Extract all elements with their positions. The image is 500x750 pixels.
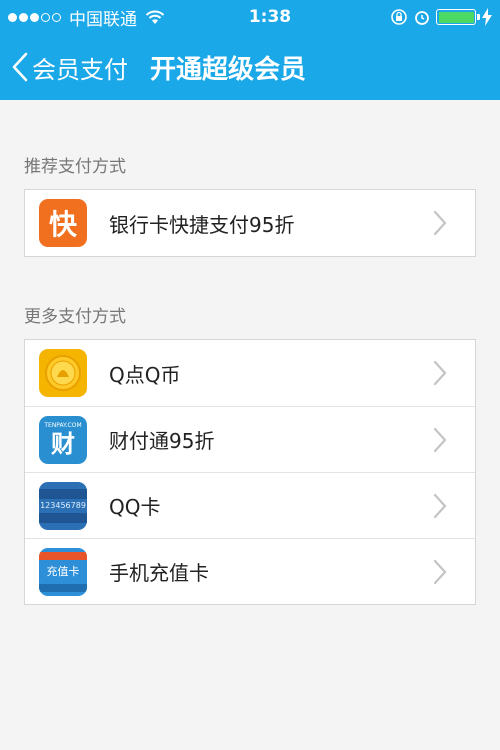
payment-option-bank-card[interactable]: 快 银行卡快捷支付95折 — [25, 190, 475, 256]
kuai-icon: 快 — [39, 199, 87, 247]
payment-option-label: 银行卡快捷支付95折 — [109, 212, 295, 237]
more-section-label: 更多支付方式 — [24, 307, 126, 327]
status-time: 1:38 — [248, 7, 292, 27]
chevron-right-icon — [433, 559, 447, 585]
payment-option-label: 手机充值卡 — [109, 561, 209, 585]
chevron-right-icon — [433, 360, 447, 386]
qq-card-icon: 123456789 — [39, 481, 87, 530]
phone-card-icon: 充值卡 — [39, 547, 87, 596]
rotation-lock-icon — [391, 9, 407, 25]
q-coin-icon — [39, 349, 87, 397]
more-payment-list: Q点Q币 TENPAY.COM 财 财付通95折 123456789 QQ卡 充… — [24, 339, 476, 605]
payment-option-q-coin[interactable]: Q点Q币 — [25, 340, 475, 406]
recommended-payment-list: 快 银行卡快捷支付95折 — [24, 189, 476, 257]
alarm-icon — [415, 11, 429, 25]
payment-option-label: QQ卡 — [109, 495, 161, 519]
battery-icon — [436, 9, 480, 25]
wifi-icon — [145, 10, 165, 24]
back-button[interactable]: 会员支付 — [0, 40, 128, 94]
signal-strength-icon — [8, 12, 61, 22]
payment-option-qq-card[interactable]: 123456789 QQ卡 — [25, 472, 475, 538]
chevron-right-icon — [433, 427, 447, 453]
charging-icon — [482, 8, 492, 26]
back-label: 会员支付 — [32, 55, 128, 84]
payment-option-tenpay[interactable]: TENPAY.COM 财 财付通95折 — [25, 406, 475, 472]
payment-option-phone-card[interactable]: 充值卡 手机充值卡 — [25, 538, 475, 604]
tenpay-icon: TENPAY.COM 财 — [39, 415, 87, 464]
status-bar: 中国联通 1:38 — [0, 0, 500, 34]
header: 中国联通 1:38 会员支付 开通超级会员 — [0, 0, 500, 100]
navigation-bar: 会员支付 开通超级会员 — [0, 40, 500, 94]
status-right — [362, 8, 492, 26]
chevron-right-icon — [433, 210, 447, 236]
payment-option-label: 财付通95折 — [109, 429, 215, 453]
carrier-name: 中国联通 — [69, 9, 137, 30]
chevron-right-icon — [433, 493, 447, 519]
recommended-section-label: 推荐支付方式 — [24, 157, 126, 177]
chevron-left-icon — [12, 52, 28, 82]
payment-option-label: Q点Q币 — [109, 362, 181, 387]
page-title: 开通超级会员 — [150, 54, 307, 85]
